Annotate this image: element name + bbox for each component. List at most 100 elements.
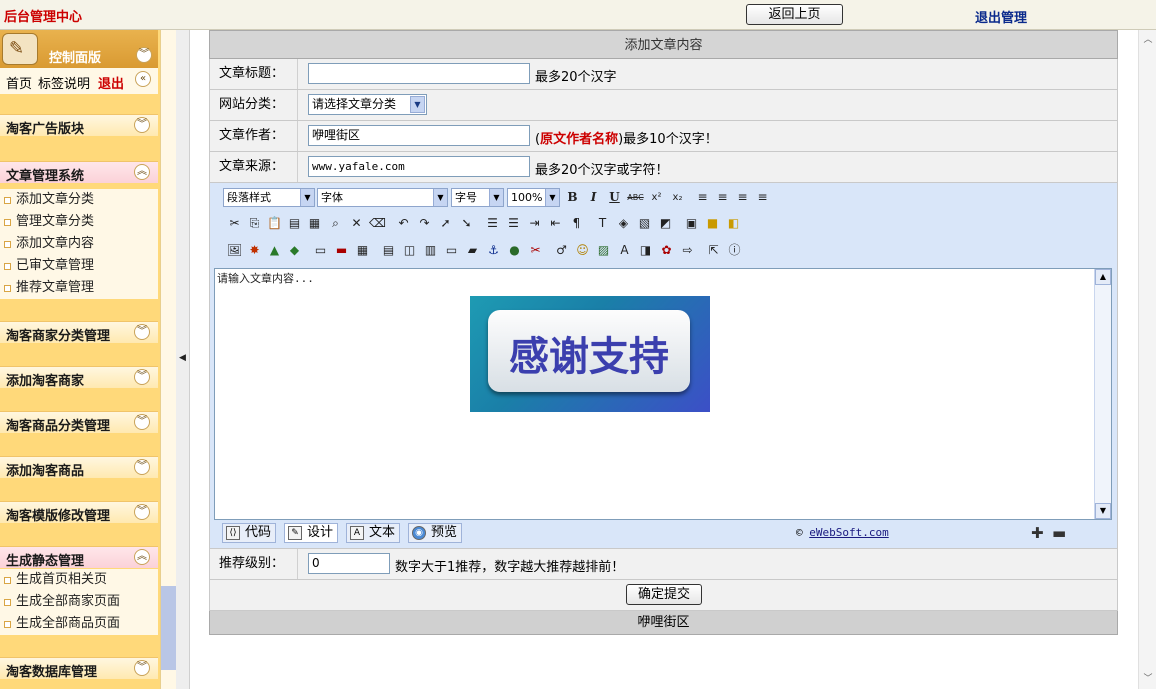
- ewebsoft-link[interactable]: eWebSoft.com: [809, 526, 888, 539]
- flash-icon[interactable]: ✸: [246, 242, 263, 259]
- sidebar-item-recommended-articles[interactable]: 推荐文章管理: [0, 277, 158, 299]
- text-color-icon[interactable]: T: [594, 215, 611, 232]
- border-icon[interactable]: ◩: [657, 215, 674, 232]
- paste-word-icon[interactable]: ▦: [306, 215, 323, 232]
- font-art-icon[interactable]: A: [616, 242, 633, 259]
- ordered-list-icon[interactable]: ☰: [484, 215, 501, 232]
- import-icon[interactable]: ⇨: [679, 242, 696, 259]
- expand-icon[interactable]: ︾: [134, 324, 150, 340]
- date-icon[interactable]: ▤: [380, 242, 397, 259]
- outdent-icon[interactable]: ⇤: [547, 215, 564, 232]
- remote-upload-icon[interactable]: ✿: [658, 242, 675, 259]
- expand-icon[interactable]: ︾: [134, 459, 150, 475]
- time-icon[interactable]: ◫: [401, 242, 418, 259]
- paste-text-icon[interactable]: ▤: [286, 215, 303, 232]
- logout-link[interactable]: 退出管理: [975, 7, 1027, 26]
- anchor-icon[interactable]: ⚓: [485, 242, 502, 259]
- font-select[interactable]: 字体 ▼: [317, 188, 448, 207]
- sidebar-scroll-thumb[interactable]: [161, 586, 177, 670]
- font-size-select[interactable]: 字号 ▼: [451, 188, 504, 207]
- sidebar-section-merchant-categories[interactable]: 淘客商家分类管理 ︾: [0, 321, 158, 344]
- expand-icon[interactable]: ︾: [134, 660, 150, 676]
- undo-icon[interactable]: ↶: [395, 215, 412, 232]
- collapse-icon[interactable]: ︽: [134, 549, 150, 565]
- paragraph-style-select[interactable]: 段落样式 ▼: [223, 188, 315, 207]
- sidebar-item-generate-home[interactable]: 生成首页相关页: [0, 569, 158, 591]
- fullscreen-icon[interactable]: ⇱: [705, 242, 722, 259]
- sidebar-item-generate-products[interactable]: 生成全部商品页面: [0, 613, 158, 635]
- tag-help-link[interactable]: 标签说明: [38, 73, 90, 92]
- bold-icon[interactable]: B: [564, 189, 581, 206]
- expand-icon[interactable]: ︾: [134, 117, 150, 133]
- redo-icon[interactable]: ↷: [416, 215, 433, 232]
- code-block-icon[interactable]: ◨: [637, 242, 654, 259]
- page-scroll-up-icon[interactable]: ︿: [1140, 32, 1156, 48]
- sidebar-section-templates[interactable]: 淘客模版修改管理 ︾: [0, 501, 158, 524]
- shrink-editor-icon[interactable]: ▬: [1052, 524, 1066, 542]
- button-icon[interactable]: ▰: [464, 242, 481, 259]
- collapse-icon[interactable]: ︽: [134, 164, 150, 180]
- editor-scrollbar[interactable]: ▲ ▼: [1094, 269, 1111, 519]
- layer-float-icon[interactable]: ◧: [725, 215, 742, 232]
- underline-icon[interactable]: U: [606, 189, 623, 206]
- enlarge-editor-icon[interactable]: ✚: [1031, 524, 1044, 542]
- sidebar-item-add-article-category[interactable]: 添加文章分类: [0, 189, 158, 211]
- special-char-icon[interactable]: ♂: [553, 242, 570, 259]
- unlink-icon[interactable]: ✂: [527, 242, 544, 259]
- paste-icon[interactable]: 📋: [266, 215, 283, 232]
- author-input[interactable]: 咿哩街区: [308, 125, 530, 146]
- zoom-select[interactable]: 100% ▼: [507, 188, 560, 207]
- sidebar-collapse-bar[interactable]: ◀: [176, 30, 190, 689]
- editor-content-area[interactable]: 请输入文章内容... 感谢支持 ▲ ▼: [214, 268, 1112, 520]
- expand-icon[interactable]: ︾: [134, 414, 150, 430]
- scroll-down-icon[interactable]: ▼: [1095, 503, 1111, 519]
- superscript-icon[interactable]: x²: [648, 189, 665, 206]
- sidebar-section-product-categories[interactable]: 淘客商品分类管理 ︾: [0, 411, 158, 434]
- italic-icon[interactable]: I: [585, 189, 602, 206]
- strikethrough-icon[interactable]: ABC: [627, 189, 644, 206]
- image-icon[interactable]: 🖼: [226, 242, 243, 259]
- background-color-icon[interactable]: ▧: [636, 215, 653, 232]
- layer-icon[interactable]: ■: [704, 215, 721, 232]
- line-icon[interactable]: ▥: [422, 242, 439, 259]
- media-icon[interactable]: ▲: [266, 242, 283, 259]
- form-field-icon[interactable]: ▭: [443, 242, 460, 259]
- sidebar-section-add-product[interactable]: 添加淘客商品 ︾: [0, 456, 158, 479]
- subscript-icon[interactable]: x₂: [669, 189, 686, 206]
- find-icon[interactable]: ⌕: [327, 215, 344, 232]
- delete-icon[interactable]: ✕: [348, 215, 365, 232]
- collapse-panel-icon[interactable]: ︾: [136, 47, 152, 63]
- textbox-icon[interactable]: ▭: [312, 242, 329, 259]
- home-link[interactable]: 首页: [6, 73, 32, 92]
- back-button[interactable]: 返回上页: [746, 4, 843, 25]
- page-scrollbar[interactable]: ︿ ﹀: [1138, 30, 1156, 689]
- submit-button[interactable]: 确定提交: [626, 584, 702, 605]
- select-all-icon[interactable]: ➚: [437, 215, 454, 232]
- excel-icon[interactable]: ▨: [595, 242, 612, 259]
- marquee-icon[interactable]: ▦: [354, 242, 371, 259]
- expand-icon[interactable]: ︾: [134, 504, 150, 520]
- page-scroll-down-icon[interactable]: ﹀: [1140, 671, 1156, 687]
- copy-icon[interactable]: ⎘: [246, 215, 263, 232]
- align-center-icon[interactable]: ≡: [714, 189, 731, 206]
- sidebar-logout-link[interactable]: 退出: [98, 73, 124, 92]
- highlight-color-icon[interactable]: ◈: [615, 215, 632, 232]
- sidebar-section-add-merchant[interactable]: 添加淘客商家 ︾: [0, 366, 158, 389]
- align-left-icon[interactable]: ≡: [694, 189, 711, 206]
- unordered-list-icon[interactable]: ☰: [505, 215, 522, 232]
- sidebar-item-add-article[interactable]: 添加文章内容: [0, 233, 158, 255]
- sidebar-section-static-generation[interactable]: 生成静态管理 ︽: [0, 546, 158, 569]
- eraser-icon[interactable]: ⌫: [369, 215, 386, 232]
- link-icon[interactable]: ●: [506, 242, 523, 259]
- priority-input[interactable]: 0: [308, 553, 390, 574]
- indent-icon[interactable]: ⇥: [526, 215, 543, 232]
- mode-text-button[interactable]: A 文本: [346, 523, 401, 543]
- table-icon[interactable]: ▣: [683, 215, 700, 232]
- sidebar-section-database[interactable]: 淘客数据库管理 ︾: [0, 657, 158, 680]
- sidebar-item-generate-merchants[interactable]: 生成全部商家页面: [0, 591, 158, 613]
- deselect-icon[interactable]: ➘: [458, 215, 475, 232]
- file-icon[interactable]: ◆: [286, 242, 303, 259]
- emoticon-icon[interactable]: ☺: [574, 242, 591, 259]
- mode-preview-button[interactable]: ◉ 预览: [408, 523, 463, 543]
- thanks-banner-image[interactable]: 感谢支持: [470, 296, 710, 412]
